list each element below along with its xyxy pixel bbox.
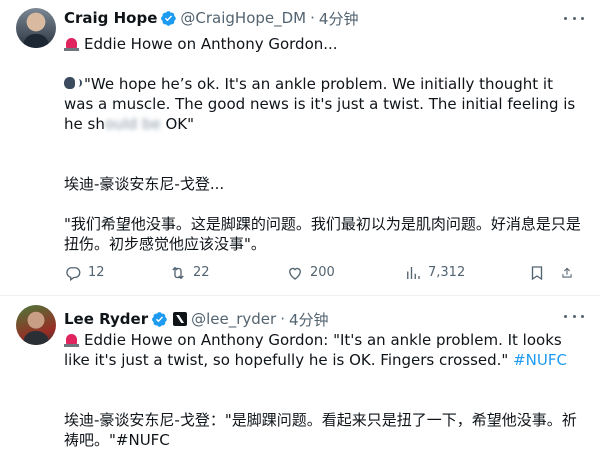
tweet-text-zh: 埃迪-豪谈安东尼-戈登："是脚踝问题。看起来只是扭了一下，希望他没事。祈祷吧。"… <box>64 411 577 449</box>
tweet-quote-zh: "我们希望他没事。这是脚踝的问题。我们最初以为是肌肉问题。好消息是只是扭伤。初步… <box>64 215 581 253</box>
siren-icon <box>64 332 79 347</box>
repost-icon <box>172 266 184 280</box>
author-name[interactable]: Lee Ryder <box>64 310 148 328</box>
separator-dot: · <box>310 9 315 27</box>
reply-button[interactable]: 12 <box>64 264 169 282</box>
repost-count: 22 <box>193 265 210 280</box>
verified-badge-icon[interactable] <box>160 10 177 27</box>
obscured-text: ould be <box>104 115 161 133</box>
hashtag-link[interactable]: #NUFC <box>513 351 567 369</box>
tweet-actions: 12 22 200 7,312 <box>64 261 584 285</box>
tweet-title-zh: 埃迪-豪谈安东尼-戈登... <box>64 175 225 193</box>
tweet-text-en: Eddie Howe on Anthony Gordon: "It's an a… <box>64 331 567 369</box>
repost-button[interactable]: 22 <box>169 264 286 282</box>
views-icon <box>407 267 420 279</box>
reply-count: 12 <box>88 265 105 280</box>
bookmark-button[interactable] <box>528 264 560 282</box>
share-icon <box>562 267 572 278</box>
tweet-header: Lee Ryder @lee_ryder · 4分钟 <box>64 309 584 329</box>
tweet-header: Craig Hope @CraigHope_DM · 4分钟 <box>64 8 584 28</box>
author-handle[interactable]: @CraigHope_DM <box>180 9 306 27</box>
like-icon <box>289 267 301 280</box>
avatar[interactable] <box>16 305 56 345</box>
author-handle[interactable]: @lee_ryder <box>191 310 276 328</box>
tweet-quote-en: "We hope he’s ok. It's an ankle problem.… <box>64 75 581 133</box>
siren-icon <box>64 36 79 51</box>
author-name[interactable]: Craig Hope <box>64 9 157 27</box>
views-count: 7,312 <box>428 265 466 280</box>
reply-icon <box>66 267 81 282</box>
timestamp[interactable]: 4分钟 <box>319 8 359 29</box>
tweet-title-line: Eddie Howe on Anthony Gordon... <box>64 34 584 54</box>
speaking-head-icon <box>64 75 82 91</box>
affiliate-badge-icon[interactable] <box>173 312 188 326</box>
more-icon[interactable] <box>564 8 584 28</box>
verified-badge-icon[interactable] <box>151 311 168 328</box>
views-button[interactable]: 7,312 <box>404 264 528 282</box>
bookmark-icon <box>531 266 543 281</box>
separator-dot: · <box>280 310 285 328</box>
like-button[interactable]: 200 <box>286 264 404 282</box>
like-count: 200 <box>310 265 335 280</box>
timestamp[interactable]: 4分钟 <box>289 309 329 330</box>
share-button[interactable] <box>560 264 580 282</box>
tweet-craig-hope[interactable]: Craig Hope @CraigHope_DM · 4分钟 Eddie How… <box>0 0 600 296</box>
avatar[interactable] <box>16 8 56 48</box>
